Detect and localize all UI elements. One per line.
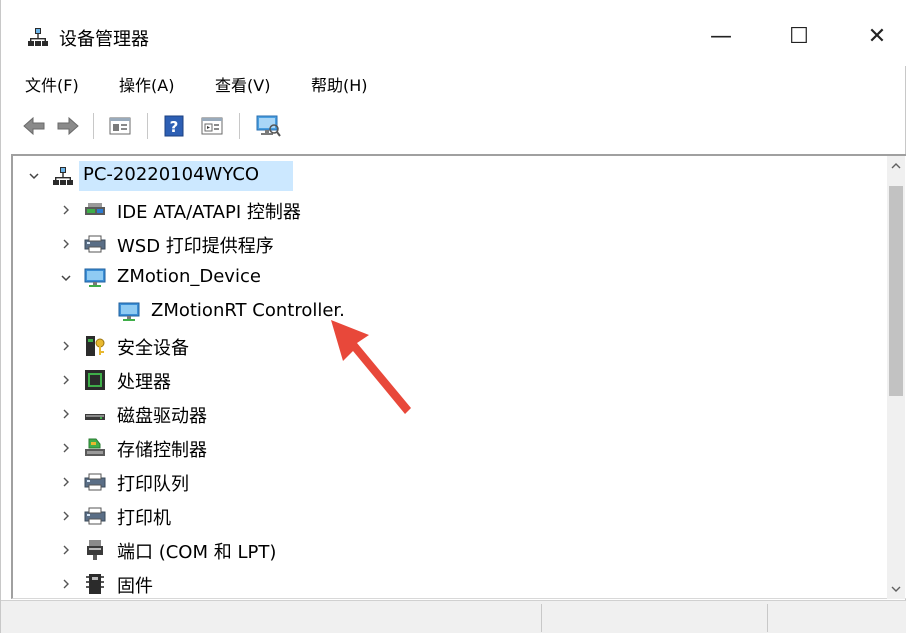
toolbar-separator	[239, 113, 240, 139]
expand-chevron-icon[interactable]	[59, 441, 73, 455]
print-queue-icon	[83, 470, 107, 494]
tree-item-label[interactable]: WSD 打印提供程序	[117, 232, 274, 258]
computer-tree-icon	[51, 164, 75, 188]
tree-item-label[interactable]: ZMotion_Device	[117, 266, 261, 287]
tree-item-label[interactable]: 打印机	[117, 504, 171, 530]
status-bar	[1, 600, 906, 633]
expand-chevron-icon[interactable]	[59, 339, 73, 353]
device-manager-window: 设备管理器 — ☐ ✕ 文件(F) 操作(A) 查看(V) 帮助(H) ? PC…	[0, 0, 906, 633]
monitor-icon	[256, 115, 281, 137]
status-divider	[767, 604, 768, 632]
action-pane-button[interactable]	[199, 113, 225, 139]
tree-item-label[interactable]: 打印队列	[117, 470, 189, 496]
toolbar-separator	[93, 113, 94, 139]
tree-root-label[interactable]: PC-20220104WYCO	[83, 164, 259, 185]
tree-item-label[interactable]: 处理器	[117, 368, 171, 394]
expand-chevron-icon[interactable]	[59, 475, 73, 489]
svg-text:?: ?	[170, 118, 179, 136]
help-button[interactable]: ?	[161, 113, 187, 139]
port-icon	[83, 538, 107, 562]
tree-item-label[interactable]: 磁盘驱动器	[117, 402, 207, 428]
scan-hardware-button[interactable]	[255, 113, 281, 139]
toolbar-separator	[147, 113, 148, 139]
expand-chevron-icon[interactable]	[59, 407, 73, 421]
scroll-thumb[interactable]	[889, 186, 903, 396]
security-device-icon	[83, 334, 107, 358]
properties-button[interactable]	[107, 113, 133, 139]
disk-drive-icon	[83, 402, 107, 426]
maximize-button[interactable]: ☐	[769, 14, 829, 58]
close-icon: ✕	[867, 23, 887, 49]
menu-help[interactable]: 帮助(H)	[311, 72, 368, 96]
toolbar: ?	[1, 103, 906, 149]
scroll-down-button[interactable]	[887, 579, 905, 599]
menu-action[interactable]: 操作(A)	[119, 72, 174, 96]
expand-chevron-icon[interactable]	[59, 237, 73, 251]
minimize-icon: —	[710, 23, 732, 49]
tree-item-label[interactable]: 端口 (COM 和 LPT)	[117, 538, 276, 564]
storage-controller-icon	[83, 436, 107, 460]
vertical-scrollbar[interactable]	[887, 156, 905, 599]
close-button[interactable]: ✕	[847, 14, 906, 58]
status-divider	[541, 604, 542, 632]
window-title: 设备管理器	[59, 29, 149, 50]
action-pane-icon	[201, 117, 223, 135]
ide-controller-icon	[83, 198, 107, 222]
firmware-icon	[83, 572, 107, 596]
chevron-down-icon	[891, 586, 901, 592]
chevron-up-icon	[891, 163, 901, 169]
network-monitor-icon	[117, 300, 141, 324]
forward-arrow-icon	[57, 116, 79, 136]
device-tree[interactable]: PC-20220104WYCO IDE ATA/ATAPI 控制器 WSD 打印…	[11, 154, 906, 599]
printer-icon	[83, 504, 107, 528]
back-button[interactable]	[21, 113, 47, 139]
maximize-icon: ☐	[789, 23, 809, 49]
collapse-chevron-icon[interactable]	[27, 169, 41, 183]
tree-item-label[interactable]: IDE ATA/ATAPI 控制器	[117, 198, 301, 224]
tree-item-label[interactable]: 安全设备	[117, 334, 189, 360]
expand-chevron-icon[interactable]	[59, 373, 73, 387]
properties-icon	[109, 117, 131, 135]
printer-icon	[83, 232, 107, 256]
expand-chevron-icon[interactable]	[59, 203, 73, 217]
expand-chevron-icon[interactable]	[59, 509, 73, 523]
menu-view[interactable]: 查看(V)	[215, 72, 270, 96]
menu-bar: 文件(F) 操作(A) 查看(V) 帮助(H)	[1, 66, 906, 100]
expand-chevron-icon[interactable]	[59, 577, 73, 591]
tree-item-label[interactable]: ZMotionRT Controller.	[151, 300, 345, 321]
network-monitor-icon	[83, 266, 107, 290]
scroll-up-button[interactable]	[887, 156, 905, 176]
help-icon: ?	[164, 115, 184, 137]
title-bar: 设备管理器 — ☐ ✕	[1, 0, 906, 66]
processor-icon	[83, 368, 107, 392]
tree-item-label[interactable]: 固件	[117, 572, 153, 598]
menu-file[interactable]: 文件(F)	[25, 72, 79, 96]
device-manager-app-icon	[27, 26, 49, 48]
tree-item-label[interactable]: 存储控制器	[117, 436, 207, 462]
back-arrow-icon	[23, 116, 45, 136]
collapse-chevron-icon[interactable]	[59, 271, 73, 285]
minimize-button[interactable]: —	[691, 14, 751, 58]
expand-chevron-icon[interactable]	[59, 543, 73, 557]
forward-button[interactable]	[55, 113, 81, 139]
